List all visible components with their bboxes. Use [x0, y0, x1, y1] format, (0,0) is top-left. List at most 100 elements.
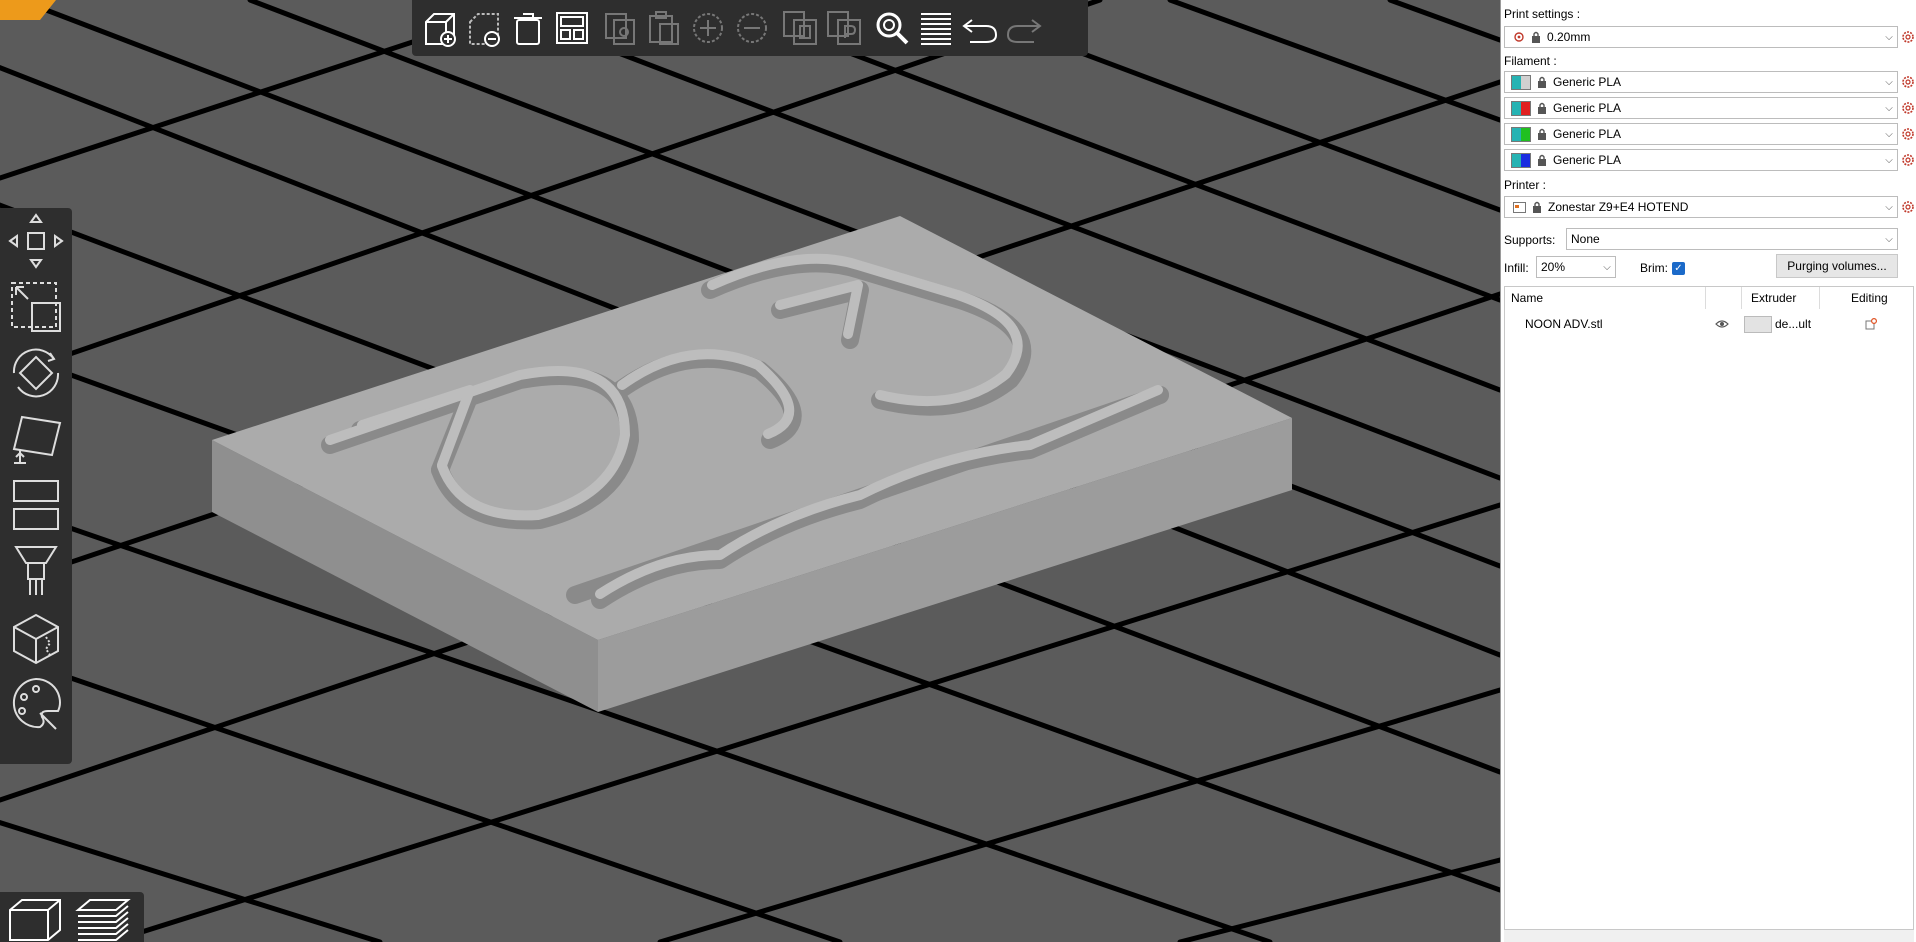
column-header-editing[interactable]: Editing — [1851, 291, 1888, 305]
mmu-painting-button[interactable] — [0, 670, 72, 736]
print-settings-label: Print settings : — [1504, 7, 1581, 21]
filament-combo-4[interactable]: Generic PLA ⌵ — [1504, 149, 1898, 171]
lock-icon — [1538, 154, 1546, 166]
supports-value: None — [1571, 232, 1600, 246]
view-toolbar — [0, 892, 144, 942]
brim-checkbox[interactable]: ✓ — [1672, 262, 1685, 275]
chevron-down-icon: ⌵ — [1885, 201, 1893, 213]
gear-icon[interactable] — [1901, 153, 1915, 167]
split-to-parts-button[interactable] — [822, 4, 866, 52]
column-header-name[interactable]: Name — [1511, 291, 1543, 305]
filament-name: Generic PLA — [1553, 127, 1622, 141]
infill-value: 20% — [1541, 260, 1566, 274]
move-tool-button[interactable] — [0, 208, 72, 274]
cut-icon — [13, 480, 59, 530]
chevron-down-icon: ⌵ — [1885, 154, 1893, 166]
selection-corner-marker — [0, 0, 56, 20]
gear-icon[interactable] — [1901, 101, 1915, 115]
lock-icon — [1538, 128, 1546, 140]
copy-icon — [605, 13, 635, 45]
cut-tool-button[interactable] — [0, 472, 72, 538]
filament-combo-2[interactable]: Generic PLA ⌵ — [1504, 97, 1898, 119]
copy-button[interactable] — [598, 4, 642, 52]
table-row[interactable]: NOON ADV.stl de...ult — [1505, 313, 1913, 335]
undo-button[interactable] — [958, 4, 1002, 52]
3d-view-icon[interactable] — [6, 894, 64, 942]
eye-icon[interactable] — [1715, 319, 1729, 329]
rotate-tool-button[interactable] — [0, 340, 72, 406]
left-gizmo-toolbar — [0, 208, 72, 764]
chevron-down-icon: ⌵ — [1603, 261, 1611, 273]
add-button[interactable] — [418, 4, 462, 52]
chevron-down-icon: ⌵ — [1885, 128, 1893, 140]
supports-painting-button[interactable] — [0, 538, 72, 604]
gear-icon[interactable] — [1901, 30, 1915, 44]
layers-icon — [921, 13, 951, 45]
gear-icon[interactable] — [1901, 200, 1915, 214]
filament-color-swatch — [1511, 152, 1531, 168]
delete-button[interactable] — [462, 4, 506, 52]
split-objects-icon — [783, 11, 817, 45]
system-preset-icon — [1514, 32, 1524, 42]
delete-all-button[interactable] — [506, 4, 550, 52]
search-button[interactable] — [870, 4, 914, 52]
split-parts-icon — [827, 11, 861, 45]
rotate-icon — [12, 348, 60, 398]
infill-combo[interactable]: 20% ⌵ — [1536, 256, 1616, 278]
redo-icon — [1006, 19, 1042, 43]
arrange-icon — [556, 12, 588, 44]
preview-layers-icon[interactable] — [74, 894, 132, 942]
edit-settings-icon[interactable] — [1865, 318, 1877, 330]
object-name: NOON ADV.stl — [1525, 317, 1603, 331]
remove-instance-icon — [737, 13, 767, 43]
purging-volumes-button[interactable]: Purging volumes... — [1776, 254, 1898, 278]
add-instance-button[interactable] — [686, 4, 730, 52]
paste-icon — [649, 11, 679, 45]
filament-name: Generic PLA — [1553, 153, 1622, 167]
layer-editing-button[interactable] — [914, 4, 958, 52]
chevron-down-icon: ⌵ — [1885, 31, 1893, 43]
search-icon — [876, 12, 909, 45]
build-plate-scene[interactable] — [0, 0, 1500, 942]
add-instance-icon — [693, 13, 723, 43]
filament-combo-1[interactable]: Generic PLA ⌵ — [1504, 71, 1898, 93]
gear-icon[interactable] — [1901, 75, 1915, 89]
brim-label: Brim: — [1640, 261, 1668, 275]
scale-tool-button[interactable] — [0, 274, 72, 340]
filament-color-swatch — [1511, 100, 1531, 116]
delete-all-icon — [514, 13, 542, 45]
infill-label: Infill: — [1504, 261, 1529, 275]
undo-icon — [962, 19, 998, 43]
column-header-extruder[interactable]: Extruder — [1751, 291, 1796, 305]
chevron-down-icon: ⌵ — [1885, 76, 1893, 88]
seam-paint-icon — [13, 613, 59, 665]
filament-color-swatch — [1511, 74, 1531, 90]
3d-viewport[interactable] — [0, 0, 1500, 942]
filament-color-swatch — [1511, 126, 1531, 142]
gear-icon[interactable] — [1901, 127, 1915, 141]
filament-combo-3[interactable]: Generic PLA ⌵ — [1504, 123, 1898, 145]
remove-instance-button[interactable] — [730, 4, 774, 52]
lock-icon — [1538, 102, 1546, 114]
print-profile-value: 0.20mm — [1547, 30, 1591, 44]
place-on-face-button[interactable] — [0, 406, 72, 472]
lock-icon — [1533, 201, 1541, 213]
add-icon — [425, 13, 456, 47]
paste-button[interactable] — [642, 4, 686, 52]
printer-combo[interactable]: Zonestar Z9+E4 HOTEND ⌵ — [1504, 196, 1898, 218]
filament-label: Filament : — [1504, 54, 1557, 68]
printer-name: Zonestar Z9+E4 HOTEND — [1548, 200, 1689, 214]
filament-name: Generic PLA — [1553, 75, 1622, 89]
arrange-button[interactable] — [550, 4, 594, 52]
supports-combo[interactable]: None ⌵ — [1566, 228, 1898, 250]
top-toolbar — [412, 0, 1088, 56]
scale-icon — [11, 282, 61, 332]
redo-button[interactable] — [1002, 4, 1046, 52]
split-to-objects-button[interactable] — [778, 4, 822, 52]
object-list[interactable]: Name Extruder Editing NOON ADV.stl de...… — [1504, 286, 1914, 930]
seam-painting-button[interactable] — [0, 604, 72, 670]
sidebar-footer — [1504, 930, 1914, 942]
delete-icon — [469, 13, 500, 47]
print-settings-combo[interactable]: 0.20mm ⌵ — [1504, 26, 1898, 48]
extruder-value[interactable]: de...ult — [1775, 317, 1811, 331]
